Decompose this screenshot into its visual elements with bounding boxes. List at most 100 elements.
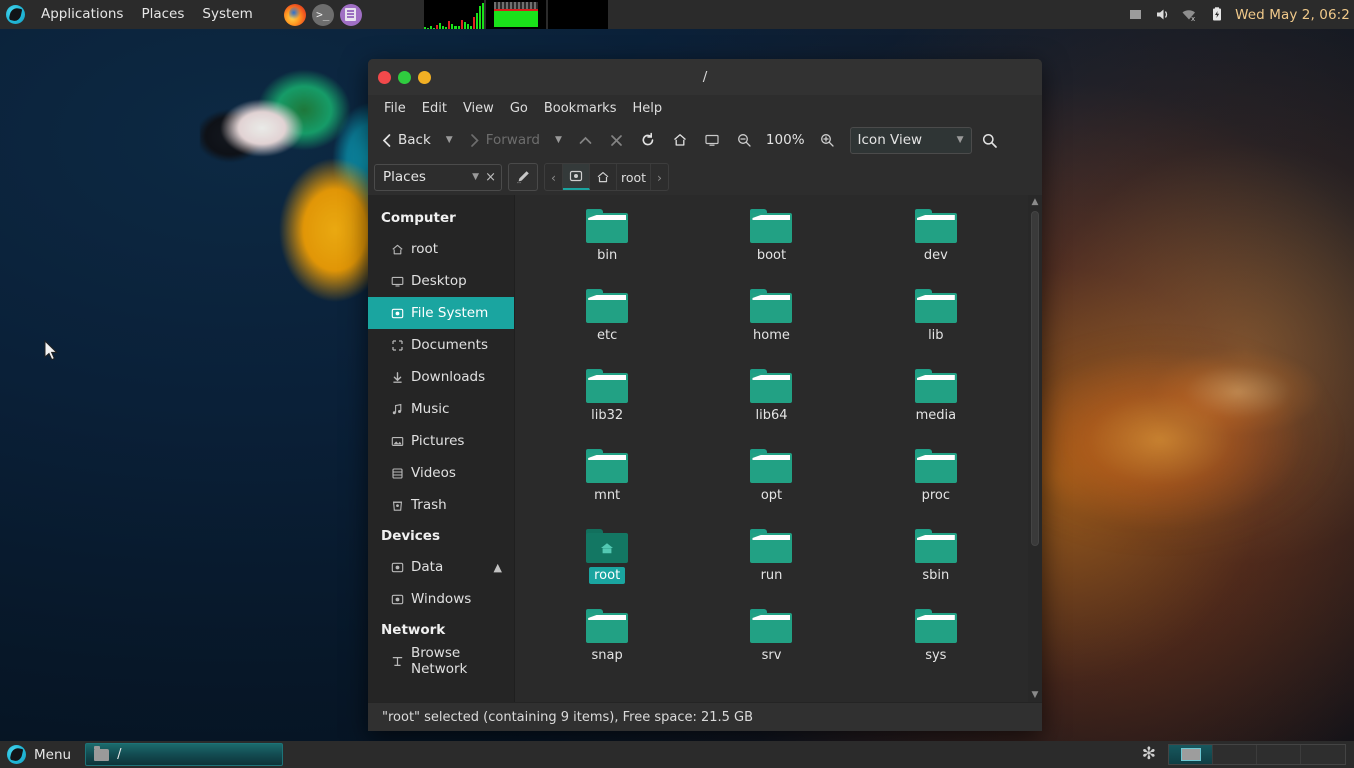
file-item[interactable]: run	[713, 529, 829, 609]
vertical-scrollbar[interactable]: ▲ ▼	[1028, 195, 1042, 702]
menu-bookmarks[interactable]: Bookmarks	[537, 99, 624, 118]
zoom-out-button[interactable]	[729, 126, 759, 154]
zoom-in-button[interactable]	[812, 126, 842, 154]
trash-icon	[390, 498, 404, 512]
menu-edit[interactable]: Edit	[415, 99, 454, 118]
file-item[interactable]: dev	[878, 209, 994, 289]
sidebar-item-desktop[interactable]: Desktop	[368, 265, 514, 297]
clock[interactable]: Wed May 2, 06:2	[1235, 7, 1350, 23]
close-sidebar-button[interactable]: ×	[479, 170, 496, 185]
scroll-up-arrow-icon[interactable]: ▲	[1028, 195, 1042, 209]
terminal-launcher-icon[interactable]: >_	[311, 3, 334, 26]
back-history-dropdown[interactable]: ▼	[439, 126, 460, 154]
folder-icon	[750, 449, 793, 483]
menu-help[interactable]: Help	[625, 99, 669, 118]
workspace-1[interactable]	[1169, 745, 1213, 764]
sidebar-item-windows[interactable]: Windows	[368, 583, 514, 615]
breadcrumb-home[interactable]	[590, 164, 617, 190]
volume-icon[interactable]	[1154, 6, 1171, 23]
up-button[interactable]	[571, 126, 600, 154]
back-button[interactable]: Back	[374, 126, 437, 154]
sidebar-item-trash[interactable]: Trash	[368, 489, 514, 521]
file-item[interactable]: lib	[878, 289, 994, 369]
file-item[interactable]: lib64	[713, 369, 829, 449]
display-toggle-button[interactable]	[697, 126, 727, 154]
search-button[interactable]	[974, 126, 1005, 154]
file-item[interactable]: snap	[549, 609, 665, 689]
sidebar-item-downloads[interactable]: Downloads	[368, 361, 514, 393]
minimize-button[interactable]	[398, 70, 411, 84]
scrollbar-thumb[interactable]	[1031, 211, 1039, 547]
breadcrumb-scroll-right[interactable]: ›	[651, 164, 668, 190]
breadcrumb-filesystem[interactable]	[563, 164, 590, 190]
file-item[interactable]: lib32	[549, 369, 665, 449]
sidebar-item-music[interactable]: Music	[368, 393, 514, 425]
forward-button[interactable]: Forward	[462, 126, 546, 154]
pencil-icon	[517, 171, 529, 184]
menu-view[interactable]: View	[456, 99, 501, 118]
file-item[interactable]: proc	[878, 449, 994, 529]
file-item[interactable]: mnt	[549, 449, 665, 529]
menu-system[interactable]: System	[193, 0, 261, 29]
eject-icon[interactable]: ▲	[494, 561, 502, 574]
file-item[interactable]: etc	[549, 289, 665, 369]
cpu-monitor-icon[interactable]	[424, 0, 484, 29]
network-disconnected-icon[interactable]: x	[1181, 6, 1198, 23]
menu-go[interactable]: Go	[503, 99, 535, 118]
file-list-area[interactable]: bin boot dev etc home lib lib32 lib64 media mnt op…	[515, 195, 1042, 702]
forward-history-dropdown[interactable]: ▼	[548, 126, 569, 154]
window-titlebar[interactable]: /	[368, 59, 1042, 95]
sidebar-item-videos[interactable]: Videos	[368, 457, 514, 489]
close-button[interactable]	[378, 70, 391, 84]
workspace-3[interactable]	[1257, 745, 1301, 764]
sidebar-item-documents[interactable]: Documents	[368, 329, 514, 361]
workspace-4[interactable]	[1301, 745, 1345, 764]
breadcrumb-scroll-left[interactable]: ‹	[545, 164, 563, 190]
documents-icon	[390, 338, 404, 352]
file-item[interactable]: bin	[549, 209, 665, 289]
battery-icon[interactable]	[1208, 6, 1225, 23]
file-label: dev	[923, 248, 948, 263]
scrollbar-track[interactable]	[1028, 209, 1042, 688]
workspace-switcher[interactable]	[1168, 744, 1346, 765]
text-editor-launcher-icon[interactable]	[339, 3, 362, 26]
file-item[interactable]: sbin	[878, 529, 994, 609]
breadcrumb-root[interactable]: root	[617, 164, 651, 190]
view-mode-select[interactable]: Icon View ▼	[849, 126, 972, 154]
file-item[interactable]: root	[549, 529, 665, 609]
drive-icon	[390, 592, 404, 606]
display-icon[interactable]	[1127, 6, 1144, 23]
menu-applications[interactable]: Applications	[32, 0, 132, 29]
file-item[interactable]: boot	[713, 209, 829, 289]
memory-monitor-icon[interactable]	[486, 0, 546, 29]
menu-file[interactable]: File	[377, 99, 413, 118]
workspace-2[interactable]	[1213, 745, 1257, 764]
file-item[interactable]: media	[878, 369, 994, 449]
firefox-launcher-icon[interactable]	[283, 3, 306, 26]
places-sidebar-select[interactable]: Places ▼ ×	[374, 163, 502, 191]
reload-button[interactable]	[633, 126, 663, 154]
icon-grid: bin boot dev etc home lib lib32 lib64 media mnt op…	[515, 195, 1028, 702]
home-button[interactable]	[665, 126, 695, 154]
sidebar-item-file-system[interactable]: File System	[368, 297, 514, 329]
file-item[interactable]: srv	[713, 609, 829, 689]
sidebar-item-root[interactable]: root	[368, 233, 514, 265]
file-item[interactable]: opt	[713, 449, 829, 529]
menu-places[interactable]: Places	[132, 0, 193, 29]
sidebar-item-browse-network[interactable]: Browse Network	[368, 645, 514, 677]
edit-path-button[interactable]	[508, 163, 538, 191]
file-item[interactable]: sys	[878, 609, 994, 689]
panel-launchers: >_	[283, 3, 362, 26]
parrot-logo-icon[interactable]	[6, 5, 25, 24]
sidebar-item-data[interactable]: Data ▲	[368, 551, 514, 583]
task-button[interactable]: /	[85, 743, 284, 766]
chevron-down-icon: ▼	[956, 135, 964, 145]
network-monitor-icon[interactable]	[548, 0, 608, 29]
scroll-down-arrow-icon[interactable]: ▼	[1028, 688, 1042, 702]
file-item[interactable]: home	[713, 289, 829, 369]
sidebar-item-pictures[interactable]: Pictures	[368, 425, 514, 457]
start-menu-button[interactable]: Menu	[0, 741, 81, 768]
asterisk-icon[interactable]: ✻	[1142, 746, 1156, 763]
stop-button[interactable]	[602, 126, 631, 154]
maximize-button[interactable]	[418, 70, 431, 84]
